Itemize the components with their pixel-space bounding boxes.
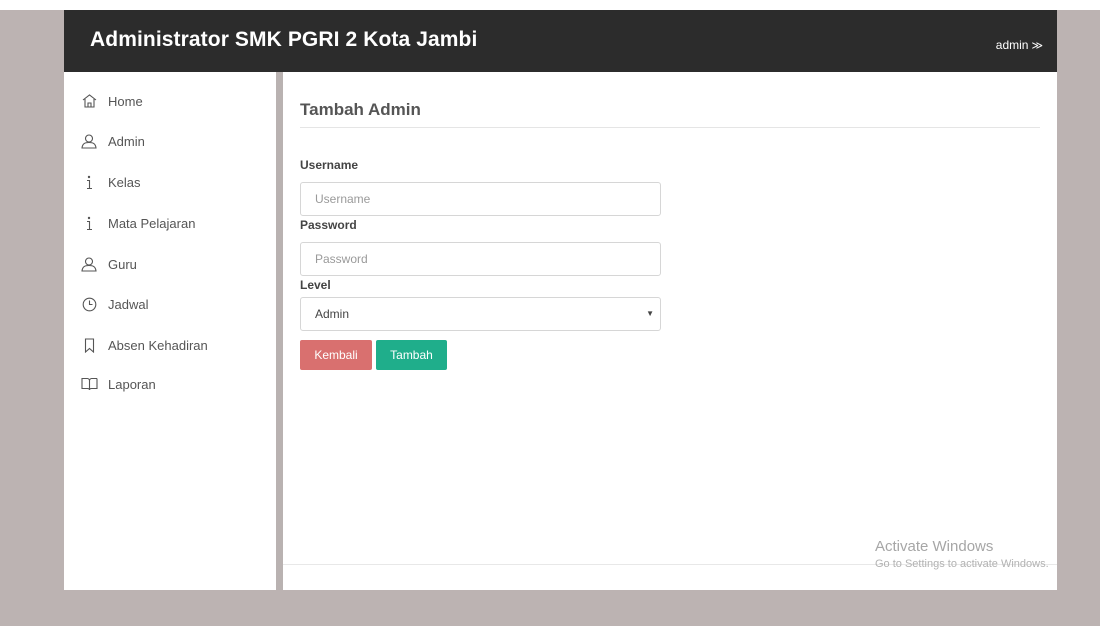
user-menu[interactable]: admin ≫ xyxy=(996,38,1043,52)
top-strip xyxy=(0,0,1100,10)
level-select[interactable]: Admin ▼ xyxy=(300,297,661,331)
sidebar-divider xyxy=(276,72,283,590)
clock-icon xyxy=(79,295,99,313)
info-icon xyxy=(79,173,99,191)
watermark-title: Activate Windows xyxy=(875,538,994,555)
username-input[interactable] xyxy=(300,182,661,216)
sidebar-item-laporan[interactable]: Laporan xyxy=(79,373,269,395)
header-bar: Administrator SMK PGRI 2 Kota Jambi admi… xyxy=(64,10,1057,72)
user-icon xyxy=(79,132,99,150)
main-content: Tambah Admin Username Password Level Adm… xyxy=(283,72,1057,590)
home-icon xyxy=(79,92,99,110)
app-window: Administrator SMK PGRI 2 Kota Jambi admi… xyxy=(64,10,1057,590)
user-icon xyxy=(79,255,99,273)
sidebar-item-home[interactable]: Home xyxy=(79,90,269,112)
dropdown-arrow-icon: ▼ xyxy=(646,309,654,318)
windows-activation-watermark: Activate Windows Go to Settings to activ… xyxy=(875,538,1049,570)
sidebar-item-kelas[interactable]: Kelas xyxy=(79,171,269,193)
sidebar-item-admin[interactable]: Admin xyxy=(79,130,269,152)
back-button[interactable]: Kembali xyxy=(300,340,372,370)
sidebar-item-jadwal[interactable]: Jadwal xyxy=(79,293,269,315)
level-label: Level xyxy=(300,278,331,292)
password-label: Password xyxy=(300,218,357,232)
sidebar: Home Admin Kelas Mata Pelajaran Guru Jad… xyxy=(64,72,276,590)
chevron-down-icon: ≫ xyxy=(1031,40,1043,52)
watermark-subtitle: Go to Settings to activate Windows. xyxy=(875,558,1049,570)
sidebar-item-mata-pelajaran[interactable]: Mata Pelajaran xyxy=(79,212,269,234)
sidebar-item-label: Admin xyxy=(108,133,145,149)
sidebar-item-label: Mata Pelajaran xyxy=(108,215,196,231)
sidebar-item-label: Kelas xyxy=(108,174,141,190)
add-button[interactable]: Tambah xyxy=(376,340,447,370)
sidebar-item-label: Guru xyxy=(108,256,137,272)
sidebar-item-label: Laporan xyxy=(108,376,156,392)
book-icon xyxy=(79,375,99,393)
sidebar-item-label: Home xyxy=(108,93,143,109)
sidebar-item-guru[interactable]: Guru xyxy=(79,253,269,275)
level-selected-value: Admin xyxy=(315,307,350,321)
title-divider xyxy=(300,127,1040,128)
bookmark-icon xyxy=(79,336,99,354)
sidebar-item-absen-kehadiran[interactable]: Absen Kehadiran xyxy=(79,334,269,356)
info-icon xyxy=(79,214,99,232)
sidebar-item-label: Absen Kehadiran xyxy=(108,337,208,353)
password-input[interactable] xyxy=(300,242,661,276)
sidebar-item-label: Jadwal xyxy=(108,296,149,312)
page-title: Tambah Admin xyxy=(300,100,421,119)
username-label: Username xyxy=(300,158,359,172)
user-name: admin xyxy=(995,38,1029,52)
app-title: Administrator SMK PGRI 2 Kota Jambi xyxy=(90,28,478,51)
